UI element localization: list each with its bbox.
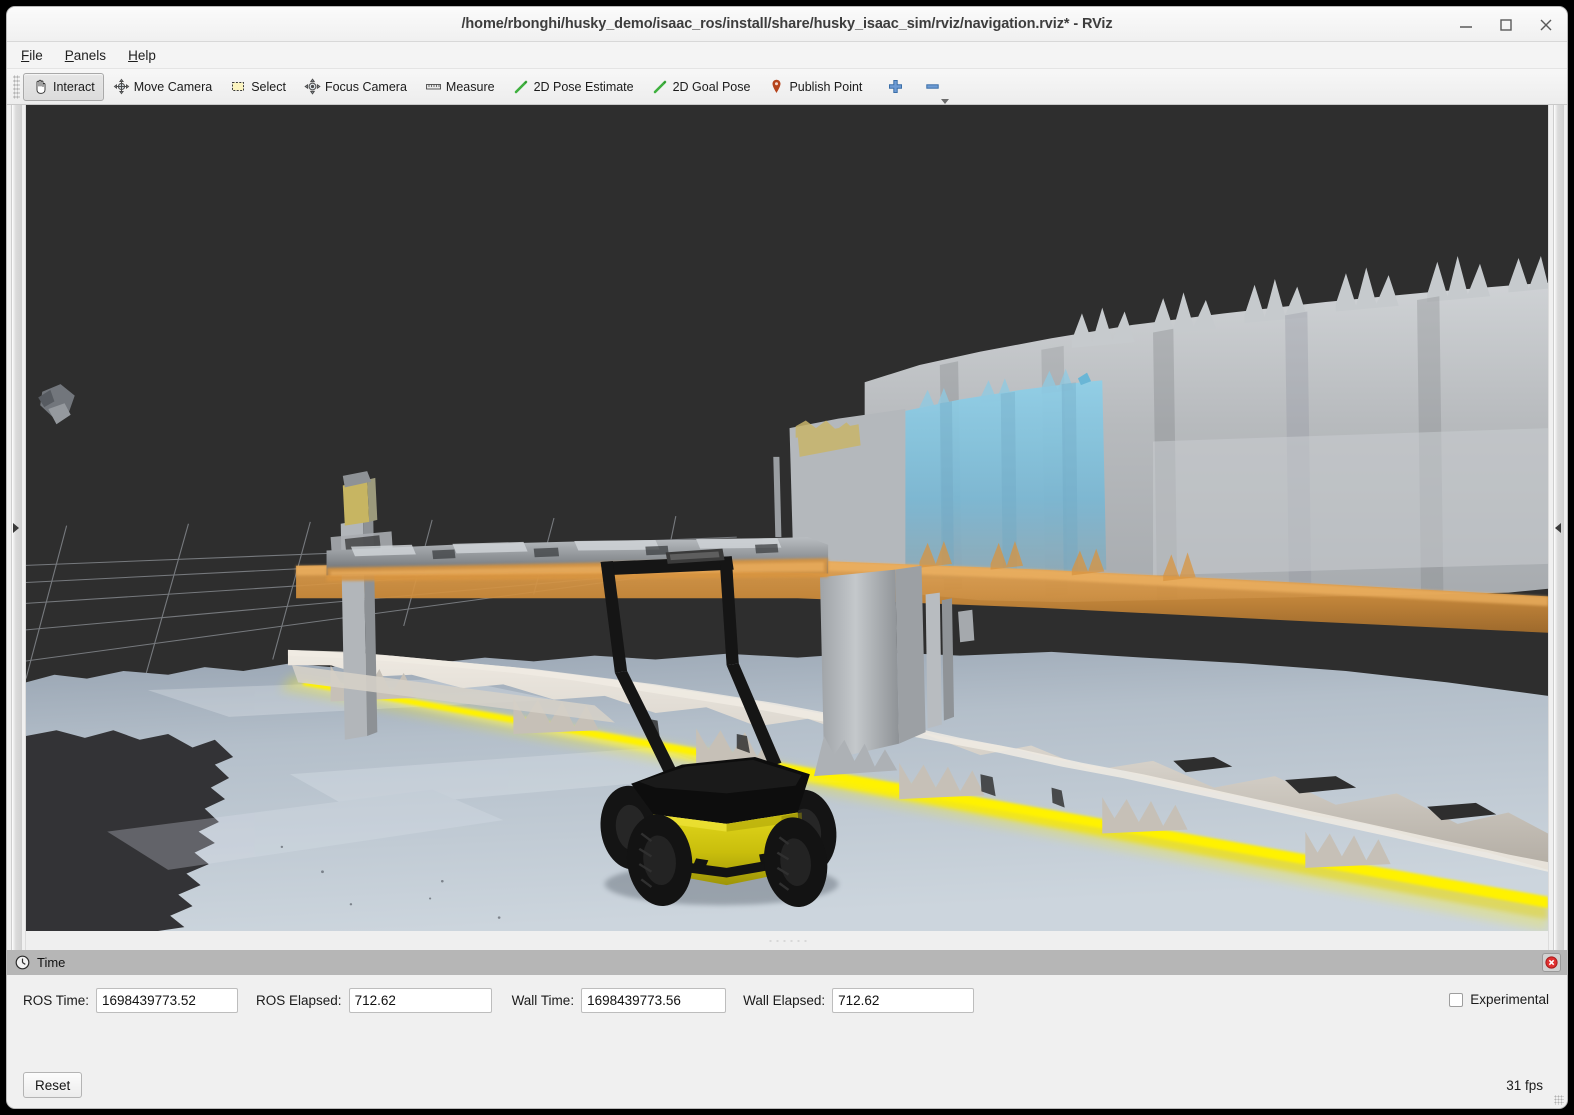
tool-2d-pose-estimate-label: 2D Pose Estimate <box>533 79 634 94</box>
time-panel-footer: Reset 31 fps <box>7 1063 1567 1108</box>
ros-time-input[interactable] <box>96 988 239 1013</box>
tool-publish-point-label: Publish Point <box>789 79 863 94</box>
viewport-panel-splitter[interactable] <box>26 931 1548 950</box>
tool-interact[interactable]: Interact <box>23 72 104 101</box>
render-view-3d[interactable] <box>26 105 1548 931</box>
toolbar-grip[interactable] <box>13 74 20 99</box>
tool-measure-label: Measure <box>445 79 495 94</box>
tool-select[interactable]: Select <box>221 73 295 101</box>
panel-close-icon <box>1545 956 1558 969</box>
minimize-icon[interactable] <box>1457 16 1475 34</box>
menu-file-mnemonic: F <box>21 47 30 63</box>
experimental-checkbox[interactable] <box>1449 992 1464 1007</box>
ruler-icon <box>425 84 441 90</box>
maximize-icon[interactable] <box>1497 16 1515 34</box>
experimental-checkbox-group[interactable]: Experimental <box>1449 992 1549 1007</box>
rviz-main-window: /home/rbonghi/husky_demo/isaac_ros/insta… <box>6 6 1568 1109</box>
menu-bar: File Panels Help <box>7 42 1567 69</box>
select-rect-icon <box>232 82 245 91</box>
tool-focus-camera[interactable]: Focus Camera <box>295 73 416 101</box>
wall-elapsed-label: Wall Elapsed: <box>743 993 826 1008</box>
tool-2d-pose-estimate[interactable]: 2D Pose Estimate <box>504 73 643 101</box>
toolbar-extra-buttons <box>887 78 950 104</box>
menu-help-mnemonic: H <box>128 47 138 63</box>
chevron-left-icon <box>1555 522 1561 533</box>
plus-icon[interactable] <box>887 78 904 95</box>
clock-icon <box>15 955 30 970</box>
scene-render <box>26 105 1548 931</box>
ros-time-label: ROS Time: <box>23 993 90 1008</box>
time-fields-row: ROS Time: ROS Elapsed: Wall Time: Wall E… <box>23 988 1551 1013</box>
move-camera-icon <box>113 78 130 95</box>
tool-2d-goal-pose[interactable]: 2D Goal Pose <box>643 73 760 101</box>
hand-cursor-icon <box>36 79 46 94</box>
wall-elapsed-input[interactable] <box>832 988 975 1013</box>
viewport-column <box>26 105 1548 950</box>
menu-file-rest: ile <box>29 47 43 63</box>
tool-interact-label: Interact <box>53 79 95 94</box>
center-area <box>7 105 1567 950</box>
tool-2d-goal-pose-label: 2D Goal Pose <box>672 79 751 94</box>
menu-help[interactable]: Help <box>128 48 156 63</box>
menu-file[interactable]: File <box>21 48 43 63</box>
left-panel-expander[interactable] <box>7 105 26 950</box>
green-arrow-icon <box>653 80 666 94</box>
tool-focus-camera-label: Focus Camera <box>324 79 407 94</box>
ros-elapsed-label: ROS Elapsed: <box>256 993 342 1008</box>
wall-time-label: Wall Time: <box>511 993 575 1008</box>
splitter-grip <box>767 938 807 943</box>
tool-move-camera[interactable]: Move Camera <box>104 73 222 101</box>
menu-panels-rest: anels <box>73 47 107 63</box>
time-panel-title: Time <box>37 955 66 970</box>
tool-publish-point[interactable]: Publish Point <box>759 73 871 101</box>
window-controls <box>1457 7 1555 42</box>
chevron-right-icon <box>13 522 19 533</box>
map-pin-icon <box>772 79 781 93</box>
focus-camera-icon <box>304 78 321 95</box>
minus-icon[interactable] <box>924 78 941 95</box>
tool-move-camera-label: Move Camera <box>133 79 213 94</box>
fps-counter: 31 fps <box>1506 1077 1543 1093</box>
title-bar: /home/rbonghi/husky_demo/isaac_ros/insta… <box>7 7 1567 42</box>
experimental-label: Experimental <box>1470 992 1549 1007</box>
wall-time-input[interactable] <box>581 988 727 1013</box>
tool-bar: Interact Move Camera Select Focus Camera… <box>7 69 1567 105</box>
reset-button[interactable]: Reset <box>23 1072 83 1098</box>
menu-panels[interactable]: Panels <box>65 48 106 63</box>
time-panel-close-button[interactable] <box>1542 953 1561 972</box>
time-panel-header: Time <box>7 950 1567 975</box>
time-panel-body: ROS Time: ROS Elapsed: Wall Time: Wall E… <box>7 975 1567 1063</box>
chevron-down-icon[interactable] <box>941 99 950 104</box>
menu-help-rest: elp <box>137 47 156 63</box>
menu-panels-mnemonic: P <box>64 47 74 63</box>
tool-measure[interactable]: Measure <box>416 73 504 101</box>
close-icon[interactable] <box>1537 16 1555 34</box>
window-title: /home/rbonghi/husky_demo/isaac_ros/insta… <box>461 16 1113 32</box>
window-resize-grip[interactable] <box>1554 1095 1564 1105</box>
right-panel-expander[interactable] <box>1548 105 1567 950</box>
green-arrow-icon <box>514 80 527 94</box>
tool-select-label: Select <box>251 79 286 94</box>
ros-elapsed-input[interactable] <box>348 988 492 1013</box>
